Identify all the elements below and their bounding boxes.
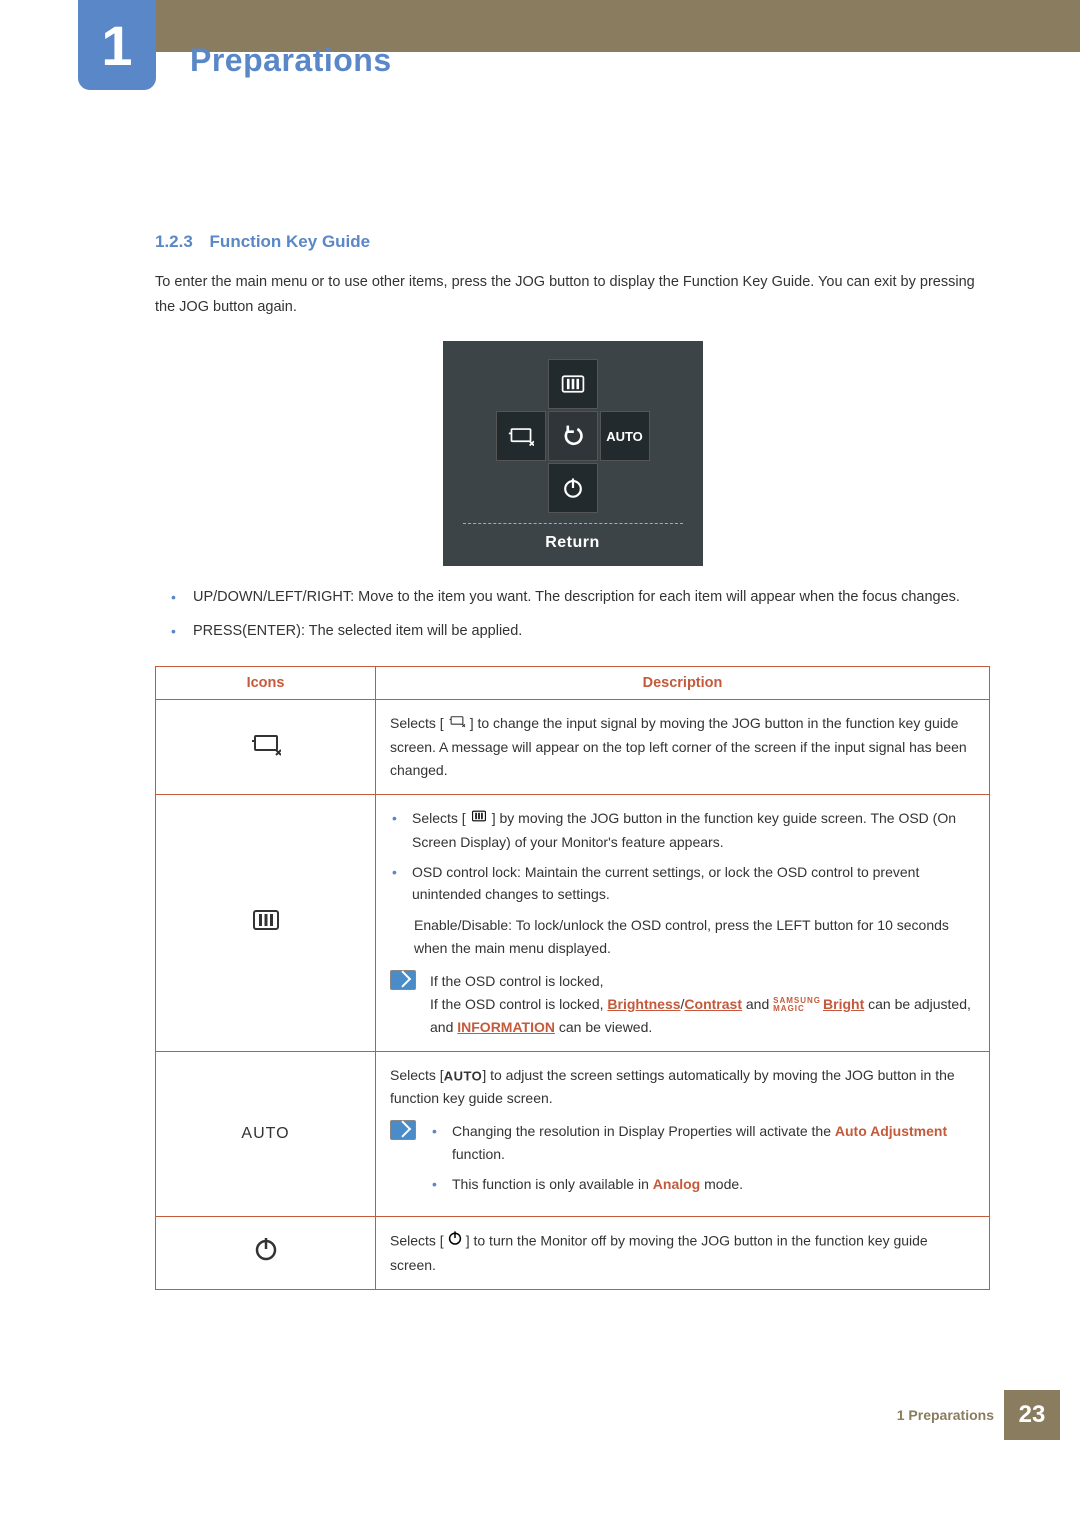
- section-number: 1.2.3: [155, 232, 193, 251]
- table-header-icons: Icons: [156, 667, 376, 700]
- section-title: Function Key Guide: [210, 232, 371, 251]
- guide-center-return-icon: [548, 411, 598, 461]
- body-bullet-1: UP/DOWN/LEFT/RIGHT: Move to the item you…: [193, 586, 990, 610]
- row3-note-bullet-2: This function is only available in Analo…: [452, 1173, 975, 1195]
- inline-menu-icon: [468, 808, 490, 830]
- row2-note-line1: If the OSD control is locked,: [430, 970, 975, 993]
- section-heading: 1.2.3 Function Key Guide: [155, 232, 990, 252]
- table-row: Selects [] by moving the JOG button in t…: [156, 795, 990, 1052]
- table-row: Selects [] to change the input signal by…: [156, 700, 990, 795]
- table-row: AUTO Selects [AUTO] to adjust the screen…: [156, 1052, 990, 1216]
- row1-source-icon: [156, 700, 376, 795]
- row2-bullet-1: Selects [] by moving the JOG button in t…: [412, 807, 975, 853]
- analog-label: Analog: [653, 1176, 700, 1192]
- row3-note: Changing the resolution in Display Prope…: [390, 1120, 975, 1203]
- row4-description: Selects [] to turn the Monitor off by mo…: [376, 1216, 990, 1289]
- row4-power-icon: [156, 1216, 376, 1289]
- row2-note-line2: If the OSD control is locked, Brightness…: [430, 993, 975, 1039]
- row2-note: If the OSD control is locked, If the OSD…: [390, 970, 975, 1039]
- row1-description: Selects [] to change the input signal by…: [376, 700, 990, 795]
- link-brightness[interactable]: Brightness: [607, 996, 680, 1012]
- table-header-description: Description: [376, 667, 990, 700]
- section-intro: To enter the main menu or to use other i…: [155, 270, 990, 319]
- auto-adjustment-label: Auto Adjustment: [835, 1123, 947, 1139]
- footer-page-number: 23: [1004, 1390, 1060, 1440]
- inline-auto-label: AUTO: [444, 1069, 483, 1084]
- row3-note-bullet-1: Changing the resolution in Display Prope…: [452, 1120, 975, 1165]
- guide-right-auto-label: AUTO: [600, 411, 650, 461]
- page-footer: 1 Preparations 23: [0, 1390, 1080, 1440]
- chapter-number-badge: 1: [78, 0, 156, 90]
- guide-up-menu-icon: [548, 359, 598, 409]
- link-information[interactable]: INFORMATION: [457, 1019, 555, 1035]
- samsung-magic-label: SAMSUNGMAGIC: [773, 997, 821, 1013]
- row3-description: Selects [AUTO] to adjust the screen sett…: [376, 1052, 990, 1216]
- body-bullet-list: UP/DOWN/LEFT/RIGHT: Move to the item you…: [155, 586, 990, 644]
- link-contrast[interactable]: Contrast: [684, 996, 742, 1012]
- link-bright[interactable]: Bright: [823, 996, 864, 1012]
- row2-menu-icon: [156, 795, 376, 1052]
- body-bullet-2: PRESS(ENTER): The selected item will be …: [193, 620, 990, 644]
- guide-left-source-icon: [496, 411, 546, 461]
- note-icon: [390, 970, 416, 990]
- table-row: Selects [] to turn the Monitor off by mo…: [156, 1216, 990, 1289]
- chapter-title: Preparations: [190, 42, 392, 79]
- function-key-guide-box: AUTO Return: [443, 341, 703, 566]
- inline-power-icon: [446, 1229, 464, 1254]
- inline-source-icon: [446, 713, 468, 736]
- note-icon: [390, 1120, 416, 1140]
- row3-auto-label: AUTO: [156, 1052, 376, 1216]
- guide-return-label: Return: [443, 534, 703, 552]
- row2-bullet-2: OSD control lock: Maintain the current s…: [412, 861, 975, 906]
- row2-description: Selects [] by moving the JOG button in t…: [376, 795, 990, 1052]
- footer-chapter-label: 1 Preparations: [897, 1407, 994, 1423]
- icon-description-table: Icons Description Selects [] to change t…: [155, 666, 990, 1290]
- guide-down-power-icon: [548, 463, 598, 513]
- row2-enable-disable: Enable/Disable: To lock/unlock the OSD c…: [414, 914, 975, 960]
